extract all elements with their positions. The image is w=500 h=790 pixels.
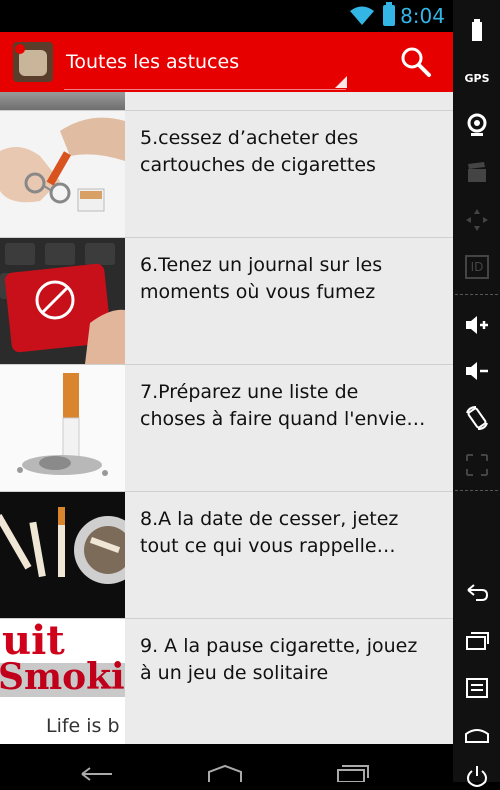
recent-apps-icon[interactable] — [332, 764, 372, 782]
id-icon: ID — [465, 255, 489, 279]
spinner-underline — [64, 89, 346, 90]
list-item-partial[interactable] — [0, 92, 453, 111]
rotate-icon[interactable] — [464, 405, 490, 431]
separator — [455, 294, 498, 295]
spinner-triangle-icon[interactable] — [335, 76, 347, 88]
volume-up-icon[interactable] — [464, 312, 490, 338]
emulator-side-panel: GPS ID — [453, 0, 500, 787]
quit-smoking-life-image: uit Smokin Life is b — [0, 619, 125, 744]
back-icon[interactable] — [78, 764, 118, 782]
handcuffed-cigarettes-image — [0, 111, 125, 237]
home-icon[interactable] — [464, 722, 490, 748]
recent-apps-icon[interactable] — [464, 628, 490, 654]
gps-icon[interactable]: GPS — [464, 66, 490, 92]
volume-down-icon[interactable] — [464, 358, 490, 384]
list-item-title: 5.cessez d’acheter des cartouches de cig… — [140, 127, 376, 176]
list-item[interactable]: 7.Préparez une liste de choses à faire q… — [0, 365, 453, 492]
pixel-perfect-icon — [466, 454, 488, 476]
list-item[interactable]: 8.A la date de cesser, jetez tout ce qui… — [0, 492, 453, 619]
list-item-title: 9. A la pause cigarette, jouez à un jeu … — [140, 635, 418, 684]
cigarette-butt-ashes-image — [0, 365, 125, 491]
navigation-bar — [0, 744, 453, 782]
action-bar: Toutes les astuces — [0, 32, 453, 92]
category-spinner-label[interactable]: Toutes les astuces — [66, 51, 239, 73]
phone-screen: 8:04 Toutes les astuces 5.cessez d’achet… — [0, 0, 453, 782]
webcam-icon[interactable] — [464, 112, 490, 138]
list-item-thumbnail — [0, 92, 125, 110]
search-icon[interactable] — [398, 44, 434, 80]
broken-cigarettes-ashtray-image — [0, 492, 125, 618]
power-icon[interactable] — [464, 764, 490, 790]
list-item[interactable]: 5.cessez d’acheter des cartouches de cig… — [0, 111, 453, 238]
back-icon[interactable] — [464, 580, 490, 606]
list-item[interactable]: uit Smokin Life is b 9. A la pause cigar… — [0, 619, 453, 744]
clock: 8:04 — [400, 4, 445, 28]
battery-icon — [383, 2, 395, 26]
dpad-icon — [466, 209, 488, 231]
menu-icon[interactable] — [464, 675, 490, 701]
battery-control-icon[interactable] — [464, 18, 490, 44]
list-item-title: 7.Préparez une liste de choses à faire q… — [140, 381, 426, 430]
no-smoking-keyboard-image — [0, 238, 125, 364]
clapperboard-icon — [468, 162, 486, 182]
list-item-title: 6.Tenez un journal sur les moments où vo… — [140, 254, 383, 303]
list-item-title: 8.A la date de cesser, jetez tout ce qui… — [140, 508, 399, 557]
app-logo-icon[interactable] — [13, 42, 53, 82]
separator — [455, 490, 498, 491]
tips-list[interactable]: 5.cessez d’acheter des cartouches de cig… — [0, 92, 453, 744]
list-item[interactable]: 6.Tenez un journal sur les moments où vo… — [0, 238, 453, 365]
home-icon[interactable] — [205, 764, 245, 782]
wifi-icon — [350, 6, 374, 25]
status-bar: 8:04 — [0, 0, 453, 32]
